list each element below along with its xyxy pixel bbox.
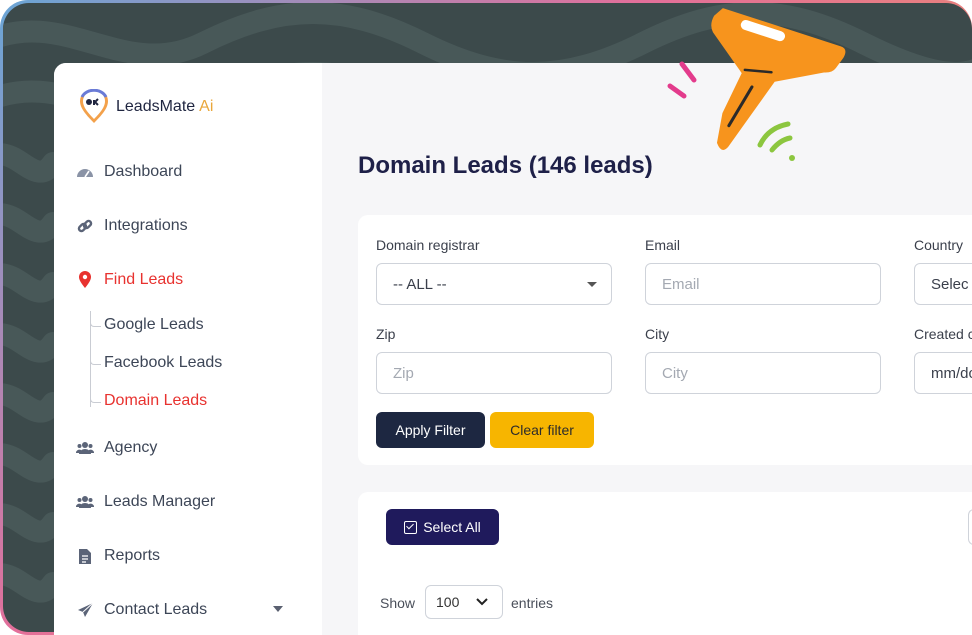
show-label: Show xyxy=(380,595,416,611)
created-date-value: mm/dc xyxy=(931,364,972,382)
entries-per-page-select[interactable]: 100 xyxy=(425,585,503,619)
sidebar-item-label: Agency xyxy=(104,439,158,456)
country-select[interactable]: Selec xyxy=(914,263,972,305)
page-title: Domain Leads (146 leads) xyxy=(358,152,653,179)
sidebar-item-label: Dashboard xyxy=(104,163,183,180)
chevron-down-icon xyxy=(476,598,488,606)
submenu-branch xyxy=(90,356,101,365)
country-label: Country xyxy=(914,237,964,253)
location-pin-icon xyxy=(76,271,94,289)
gauge-icon xyxy=(76,163,94,181)
zip-label: Zip xyxy=(376,326,396,342)
created-date-label: Created c xyxy=(914,326,972,342)
chevron-down-icon[interactable] xyxy=(273,606,283,612)
domain-registrar-select[interactable]: -- ALL -- xyxy=(376,263,612,305)
link-icon xyxy=(76,217,94,235)
sidebar-item-reports[interactable]: Reports xyxy=(76,547,160,565)
sidebar-item-contact-leads[interactable]: Contact Leads xyxy=(76,601,207,619)
chevron-down-icon xyxy=(587,282,597,287)
file-icon xyxy=(76,547,94,565)
sidebar-subitem-domain-leads[interactable]: Domain Leads xyxy=(104,392,207,410)
email-input[interactable] xyxy=(645,263,881,305)
submenu-branch xyxy=(90,394,101,403)
sidebar-item-label: Integrations xyxy=(104,217,188,234)
clear-filter-button[interactable]: Clear filter xyxy=(490,412,594,448)
leads-list-card: Select All Show 100 entries xyxy=(358,492,972,635)
sidebar-item-leads-manager[interactable]: Leads Manager xyxy=(76,493,215,511)
entries-label: entries xyxy=(511,595,554,611)
leadsmate-logo-icon xyxy=(80,89,108,123)
sidebar-item-label: Reports xyxy=(104,547,161,564)
city-input[interactable] xyxy=(645,352,881,394)
sidebar: LeadsMate Ai Dashboard Integrations Find … xyxy=(54,63,322,635)
toolbar-button-partial[interactable] xyxy=(968,509,972,545)
sidebar-item-label: Find Leads xyxy=(104,271,184,288)
brand-name: LeadsMate xyxy=(116,98,196,115)
sidebar-item-agency[interactable]: Agency xyxy=(76,439,157,457)
users-icon xyxy=(76,493,94,511)
sidebar-item-label: Contact Leads xyxy=(104,601,208,618)
entries-per-page-value: 100 xyxy=(436,594,460,610)
paper-plane-icon xyxy=(76,601,94,619)
email-label: Email xyxy=(645,237,681,253)
sidebar-subitem-facebook-leads[interactable]: Facebook Leads xyxy=(104,354,222,372)
brand-suffix: Ai xyxy=(199,98,214,115)
sidebar-subitem-google-leads[interactable]: Google Leads xyxy=(104,316,204,334)
checkbox-icon xyxy=(404,520,418,534)
apply-filter-button[interactable]: Apply Filter xyxy=(376,412,485,448)
zip-input[interactable] xyxy=(376,352,612,394)
sidebar-item-dashboard[interactable]: Dashboard xyxy=(76,163,182,181)
city-label: City xyxy=(645,326,670,342)
created-date-input[interactable]: mm/dc xyxy=(914,352,972,394)
filter-card: Domain registrar -- ALL -- Email Country… xyxy=(358,215,972,465)
country-value: Selec xyxy=(931,275,969,293)
select-all-button[interactable]: Select All xyxy=(386,509,499,545)
submenu-branch xyxy=(90,318,101,327)
brand-logo[interactable]: LeadsMate Ai xyxy=(78,89,213,125)
users-icon xyxy=(76,439,94,457)
sidebar-item-label: Leads Manager xyxy=(104,493,216,510)
domain-registrar-value: -- ALL -- xyxy=(393,275,447,293)
select-all-label: Select All xyxy=(423,519,481,535)
sidebar-item-integrations[interactable]: Integrations xyxy=(76,217,188,235)
funnel-icon xyxy=(667,8,846,161)
domain-registrar-label: Domain registrar xyxy=(376,237,480,253)
sidebar-item-find-leads[interactable]: Find Leads xyxy=(76,271,183,289)
